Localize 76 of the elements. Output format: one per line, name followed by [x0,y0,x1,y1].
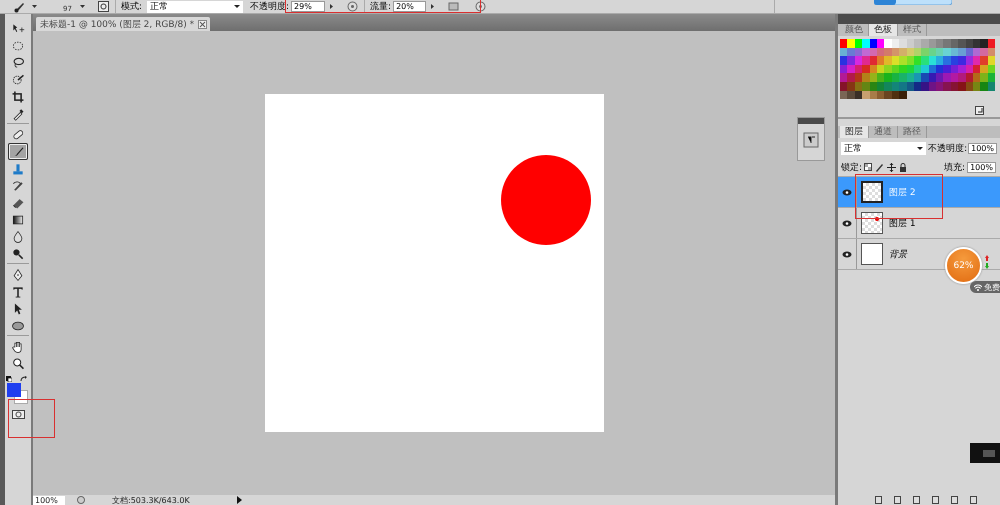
gradient-icon [11,212,25,226]
segmented-control[interactable] [874,0,952,5]
document-size: 文档:503.3K/643.0K [112,495,191,505]
document-tab[interactable]: 未标题-1 @ 100% (图层 2, RGB/8) * [36,17,210,31]
layer-name: 图层 1 [889,218,916,230]
flow-label: 流量: [370,0,392,13]
up-down-arrows-icon [984,255,990,269]
airbrush-icon[interactable] [347,1,358,12]
layer-name: 背景 [889,248,907,261]
move-icon[interactable] [887,162,896,172]
status-pill[interactable]: 免费 [970,281,1000,293]
layer-thumbnail [861,243,883,266]
arrow-icon[interactable] [236,496,243,504]
panel-tab[interactable]: 图层 [840,126,869,138]
history-icon [11,178,25,192]
eye-icon[interactable] [842,250,852,258]
blend-mode-select[interactable]: 正常 [841,142,926,155]
opacity-field[interactable]: 100% [968,142,997,154]
pill-label: 免费 [984,282,1000,292]
flow-field[interactable]: 20% [393,1,426,12]
mode-select[interactable]: 正常 [146,0,243,12]
mode-label: 模式: [120,0,142,13]
brush-icon[interactable] [14,0,26,12]
arrow-icon[interactable] [329,2,336,10]
swap-colors-icon[interactable] [20,376,27,382]
fill-label: 填充: [944,162,966,174]
quick-mask-icon[interactable] [12,410,24,419]
panel-icon[interactable] [803,132,819,148]
blur-icon [11,230,25,244]
brush-panel-icon[interactable] [98,1,109,12]
eyedropper-icon [11,106,25,120]
lock-label: 锁定: [841,162,862,174]
dodge-icon [11,246,25,260]
lock-transparent-icon[interactable] [864,163,872,172]
brush-tool[interactable] [8,143,28,160]
panel-tab[interactable]: 路径 [898,126,927,138]
brush-icon[interactable] [875,162,884,172]
panel-tab[interactable]: 色板 [869,24,898,36]
layer-name: 图层 2 [889,186,916,199]
layer-thumbnail [861,181,883,204]
caret-icon[interactable] [32,5,37,8]
status-icon[interactable] [77,496,85,504]
caret-icon[interactable] [80,5,85,8]
tablet-icon[interactable] [448,1,460,12]
widget-drawing[interactable] [970,443,1000,463]
marquee-icon [11,38,25,52]
wifi-icon [974,284,982,290]
eye-icon[interactable] [842,188,852,196]
lock-icon[interactable] [899,162,908,172]
fill-field[interactable]: 100% [967,162,996,173]
opacity-label: 不透明度: [928,142,968,155]
zoom-icon [11,356,25,370]
crop-icon [11,90,25,104]
caret-icon [234,5,240,8]
close-icon[interactable] [198,20,208,28]
stamp-icon [11,162,25,176]
pen-icon [11,268,25,282]
type-icon [11,284,25,298]
highlight-frame [8,399,55,438]
eye-icon[interactable] [842,220,852,227]
document-title: 未标题-1 @ 100% (图层 2, RGB/8) * [40,18,194,30]
foreground-color-swatch[interactable] [7,383,21,397]
lasso-icon [11,56,25,70]
speed-meter-badge: 62% [945,247,982,284]
new-swatch-icon[interactable] [975,106,984,116]
opacity-field[interactable]: 29% [291,1,326,12]
zoom-value[interactable]: 100% [33,496,65,504]
dock-header [798,118,824,124]
quick-select-icon [11,72,25,86]
layer-row[interactable]: 图层 1 [838,208,1000,240]
panel-tab[interactable]: 通道 [869,126,898,138]
layer-thumbnail [861,212,883,234]
default-colors-icon[interactable] [6,376,12,382]
panel-tab[interactable]: 样式 [898,24,927,36]
caret-icon [917,146,924,150]
arrow-icon[interactable] [430,2,436,10]
